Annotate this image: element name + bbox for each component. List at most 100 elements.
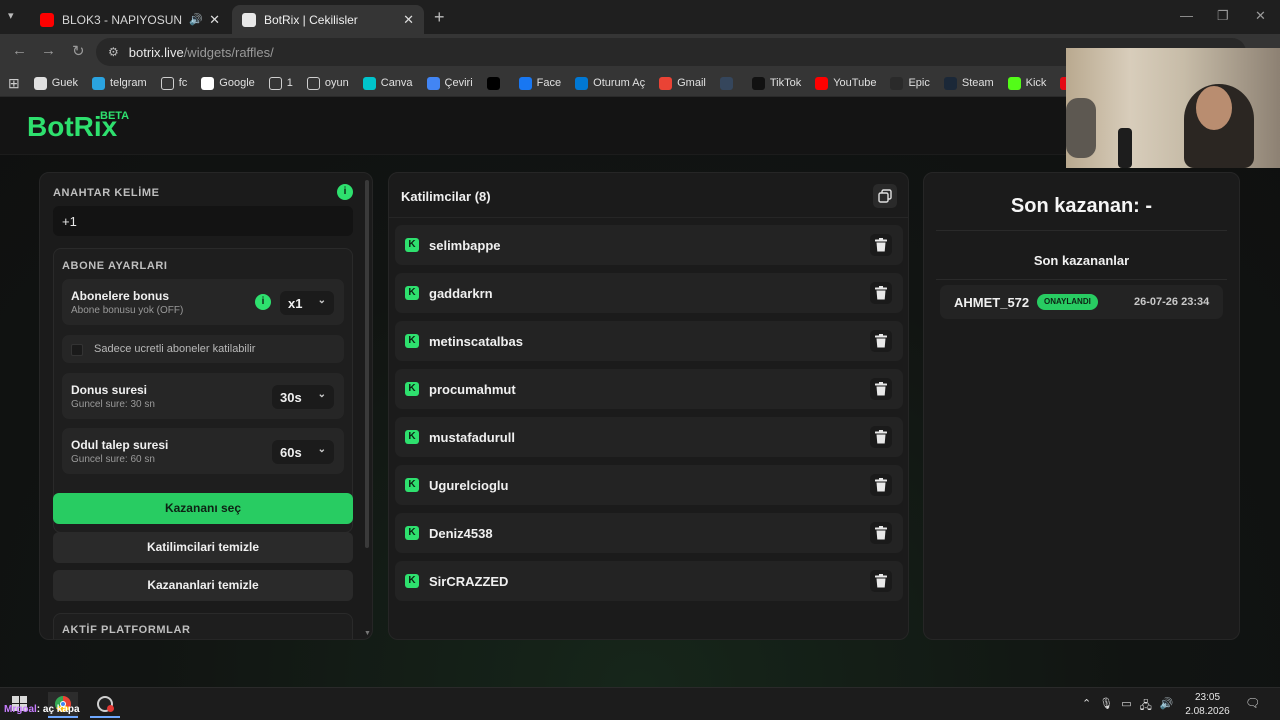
winner-row: AHMET_572 ONAYLANDI 26-07-26 23:34 <box>940 285 1223 319</box>
only-subs-label: Sadece ucretli aboneler katilabilir <box>94 343 256 355</box>
chevron-up-icon[interactable]: ⌃ <box>1082 697 1091 716</box>
tab-youtube[interactable]: BLOK3 - NAPIYOSUN MESELA 🔊 ✕ <box>30 5 230 34</box>
chat-nick: Mrgoal <box>4 704 37 715</box>
claim-select[interactable]: 60s ⌄ <box>272 440 334 464</box>
chat-overlay: Mrgoal: aç kapa <box>4 704 80 715</box>
clear-participants-button[interactable]: Katilimcilari temizle <box>53 532 353 563</box>
bookmark-label: oyun <box>324 77 349 89</box>
minimize-icon[interactable]: — <box>1180 8 1193 23</box>
delete-button[interactable] <box>870 474 892 496</box>
trash-icon <box>875 382 887 396</box>
clock[interactable]: 23:05 2.08.2026 <box>1180 691 1235 719</box>
bonus-select[interactable]: x1 ⌄ <box>280 291 334 315</box>
participant-row: K SirCRAZZED <box>395 561 903 601</box>
bookmark-label: Face <box>536 77 562 89</box>
clear-winners-button[interactable]: Kazananlari temizle <box>53 570 353 601</box>
bookmark-tumblr-icon[interactable] <box>719 76 738 90</box>
pick-winner-button[interactable]: Kazananı seç <box>53 493 353 524</box>
bookmark-label: YouTube <box>833 77 877 89</box>
network-icon[interactable]: 🖧 <box>1140 697 1152 716</box>
settings-scrollbar[interactable] <box>365 180 369 548</box>
tab-botrix[interactable]: BotRix | Cekilisler ✕ <box>232 5 424 34</box>
bookmark-label: Çeviri <box>444 77 473 89</box>
chevron-down-icon: ⌄ <box>317 295 326 306</box>
last-winner-title: Son kazanan: - <box>1010 195 1153 217</box>
maximize-icon[interactable]: ❐ <box>1217 8 1229 24</box>
bookmark-x-icon[interactable] <box>486 76 505 90</box>
bookmark-canva[interactable]: Canva <box>362 76 413 90</box>
close-window-icon[interactable]: ✕ <box>1255 8 1266 24</box>
kick-icon: K <box>405 238 419 252</box>
facebook-icon <box>518 76 532 90</box>
only-subs-row[interactable]: Sadece ucretli aboneler katilabilir <box>62 335 344 363</box>
folder-icon <box>306 76 320 90</box>
notification-icon[interactable]: 🗨 <box>1245 696 1260 710</box>
back-icon[interactable]: ← <box>12 42 27 59</box>
volume-icon[interactable]: 🔊 <box>1160 697 1174 716</box>
bookmark-1[interactable]: 1 <box>268 76 293 90</box>
status-badge: ONAYLANDI <box>1037 294 1098 310</box>
delete-button[interactable] <box>870 282 892 304</box>
tab-search-icon[interactable]: ▾ <box>8 9 14 22</box>
bookmark-label: telgram <box>110 77 147 89</box>
spin-duration-card: Donus suresi Guncel sure: 30 sn 30s ⌄ <box>62 373 344 419</box>
tab-strip: ▾ BLOK3 - NAPIYOSUN MESELA 🔊 ✕ BotRix | … <box>0 0 1280 34</box>
settings-panel: ANAHTAR KELİME i ABONE AYARLARI Aboneler… <box>39 172 373 640</box>
kick-icon: K <box>405 286 419 300</box>
github-icon <box>33 76 47 90</box>
bookmark-fc[interactable]: fc <box>160 76 187 90</box>
claim-subtitle: Guncel sure: 60 sn <box>71 454 155 465</box>
close-tab-icon[interactable]: ✕ <box>403 12 414 28</box>
microphone-icon[interactable]: 🎙 <box>1099 697 1113 716</box>
delete-button[interactable] <box>870 522 892 544</box>
x-icon <box>486 76 500 90</box>
apps-icon[interactable]: ⊞ <box>8 75 20 92</box>
trash-icon <box>875 334 887 348</box>
forward-icon[interactable]: → <box>41 42 56 59</box>
site-info-icon[interactable]: ⚙ <box>108 45 119 59</box>
folder-icon <box>160 76 174 90</box>
close-tab-icon[interactable]: ✕ <box>209 12 220 28</box>
delete-button[interactable] <box>870 378 892 400</box>
botrix-page: BotRix BETA ANAHTAR KELİME i ABONE AYARL… <box>0 97 1280 687</box>
bookmark-oyun[interactable]: oyun <box>306 76 349 90</box>
bookmark-youtube[interactable]: YouTube <box>815 76 877 90</box>
delete-button[interactable] <box>870 234 892 256</box>
recent-winners-title: Son kazananlar <box>1033 253 1130 268</box>
keyword-title: ANAHTAR KELİME <box>53 187 160 199</box>
chevron-down-icon: ⌄ <box>317 389 326 400</box>
bookmark-telgram[interactable]: telgram <box>92 76 147 90</box>
battery-icon[interactable]: ▭ <box>1121 697 1131 716</box>
bookmark-steam[interactable]: Steam <box>943 76 994 90</box>
bookmark-oturum-a-[interactable]: Oturum Aç <box>575 76 645 90</box>
reload-icon[interactable]: ↻ <box>72 42 85 60</box>
scroll-down-icon[interactable]: ▼ <box>364 630 371 637</box>
subscriber-settings-title: ABONE AYARLARI <box>62 260 168 272</box>
bookmark-google[interactable]: Google <box>201 76 255 90</box>
delete-button[interactable] <box>870 570 892 592</box>
bookmark-epic[interactable]: Epic <box>890 76 930 90</box>
participants-title: Katilimcilar (8) <box>401 189 491 204</box>
delete-button[interactable] <box>870 426 892 448</box>
subscriber-bonus-card: Abonelere bonus Abone bonusu yok (OFF) i… <box>62 279 344 325</box>
bookmark-face[interactable]: Face <box>518 76 562 90</box>
only-subs-checkbox[interactable] <box>71 344 83 356</box>
copy-button[interactable] <box>873 184 897 208</box>
bonus-value: x1 <box>288 295 303 311</box>
bookmark-tiktok[interactable]: TikTok <box>751 76 801 90</box>
bookmark-label: Steam <box>961 77 994 89</box>
bookmark-label: Gmail <box>677 77 706 89</box>
speaker-icon[interactable]: 🔊 <box>189 13 203 26</box>
new-tab-button[interactable]: + <box>434 7 445 28</box>
delete-button[interactable] <box>870 330 892 352</box>
keyword-input[interactable] <box>53 206 353 236</box>
bookmark-gmail[interactable]: Gmail <box>659 76 706 90</box>
bookmark-kick[interactable]: Kick <box>1007 76 1046 90</box>
divider <box>936 279 1227 280</box>
spin-select[interactable]: 30s ⌄ <box>272 385 334 409</box>
bookmark--eviri[interactable]: Çeviri <box>426 76 473 90</box>
bookmark-guek[interactable]: Guek <box>33 76 78 90</box>
obs-taskbar-icon[interactable] <box>90 692 120 718</box>
info-icon[interactable]: i <box>255 294 271 310</box>
info-icon[interactable]: i <box>337 184 353 200</box>
